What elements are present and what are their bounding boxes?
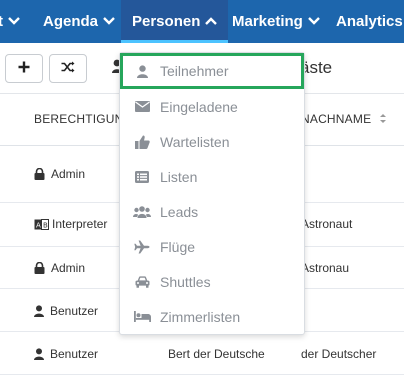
nav-item-partial[interactable]: t — [0, 0, 20, 43]
nav-item-label: Personen — [132, 13, 201, 30]
nav-item-marketing[interactable]: Marketing — [232, 0, 320, 43]
permission-label: Benutzer — [50, 347, 99, 361]
menu-item-label: Flüge — [160, 238, 196, 255]
translate-icon: AB — [34, 219, 49, 233]
menu-item-label: Wartelisten — [160, 133, 230, 150]
nav-item-agenda[interactable]: Agenda — [43, 0, 115, 43]
table-cell-permission: Benutzer — [34, 304, 98, 320]
chevron-down-icon — [308, 16, 320, 25]
permission-label: Admin — [51, 167, 86, 181]
table-cell-lastname: Astronau — [301, 261, 350, 275]
menu-item-label: Leads — [160, 203, 199, 220]
column-header-label: NACHNAME — [301, 112, 372, 126]
plane-icon — [133, 240, 151, 254]
table-cell-permission: Admin — [34, 261, 85, 277]
user-icon — [34, 348, 44, 363]
row-divider — [0, 374, 404, 375]
top-navigation: t Agenda Personen Marketing Analytics — [0, 0, 404, 43]
user-icon — [133, 64, 151, 78]
table-cell-permission: Admin — [34, 167, 85, 183]
menu-item-leads[interactable]: Leads — [120, 194, 304, 229]
menu-item-listen[interactable]: Listen — [120, 159, 304, 194]
nav-item-label: Agenda — [43, 13, 99, 30]
plus-icon — [18, 60, 30, 78]
chevron-up-icon — [205, 16, 218, 25]
chevron-down-icon — [103, 16, 115, 25]
envelope-icon — [133, 101, 151, 112]
table-cell-permission: A B Interpreter — [34, 217, 107, 233]
menu-item-shuttles[interactable]: Shuttles — [120, 264, 304, 299]
nav-item-personen[interactable]: Personen — [121, 0, 229, 43]
add-button[interactable] — [5, 54, 43, 83]
menu-item-label: Shuttles — [160, 273, 211, 290]
lock-icon — [34, 261, 45, 277]
shuffle-button[interactable] — [49, 54, 87, 83]
chevron-down-icon — [8, 16, 20, 25]
lock-icon — [34, 167, 45, 183]
permission-label: Benutzer — [50, 304, 99, 318]
menu-item-eingeladene[interactable]: Eingeladene — [120, 89, 304, 124]
shuffle-icon — [61, 60, 75, 78]
personen-dropdown-menu: Teilnehmer Eingeladene Wartelisten Liste… — [119, 52, 305, 335]
bed-icon — [133, 311, 151, 322]
nav-item-analytics[interactable]: Analytics — [336, 0, 404, 43]
sort-icon[interactable] — [379, 113, 387, 127]
thumbs-up-icon — [133, 135, 151, 149]
menu-item-zimmerlisten[interactable]: Zimmerlisten — [120, 299, 304, 334]
permission-label: Interpreter — [52, 217, 108, 231]
nav-item-label: Analytics — [336, 13, 403, 30]
menu-item-teilnehmer[interactable]: Teilnehmer — [120, 53, 304, 89]
table-cell-firstname: Bert der Deutsche — [168, 347, 265, 361]
menu-item-fluege[interactable]: Flüge — [120, 229, 304, 264]
users-icon — [133, 205, 151, 218]
table-cell-lastname: der Deutscher — [301, 347, 377, 361]
svg-text:B: B — [43, 222, 48, 230]
nav-item-label: Marketing — [232, 13, 303, 30]
car-icon — [133, 275, 151, 288]
menu-item-label: Listen — [160, 168, 198, 185]
permission-label: Admin — [51, 261, 86, 275]
table-cell-permission: Benutzer — [34, 347, 98, 363]
column-header-lastname[interactable]: NACHNAME — [301, 112, 387, 127]
nav-item-label: t — [0, 13, 3, 30]
list-icon — [133, 170, 151, 183]
table-cell-lastname: Astronaut — [301, 217, 353, 231]
menu-item-label: Teilnehmer — [160, 63, 229, 79]
svg-text:A: A — [36, 222, 41, 230]
user-icon — [34, 305, 44, 320]
menu-item-wartelisten[interactable]: Wartelisten — [120, 124, 304, 159]
menu-item-label: Eingeladene — [160, 98, 238, 115]
menu-item-label: Zimmerlisten — [160, 308, 241, 325]
